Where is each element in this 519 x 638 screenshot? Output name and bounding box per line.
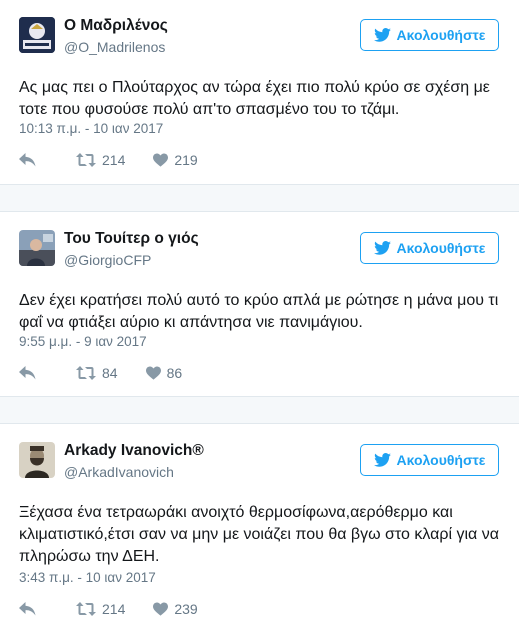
- avatar[interactable]: [19, 17, 55, 53]
- display-name[interactable]: Arkady Ivanovich®: [64, 442, 204, 460]
- follow-label: Ακολουθήστε: [396, 452, 486, 468]
- reply-icon: [19, 602, 36, 616]
- photo-avatar-icon: [19, 230, 55, 266]
- tweet-feed: Ο Μαδριλένος @O_Madrilenos Ακολουθήστε Α…: [0, 0, 519, 638]
- follow-button[interactable]: Ακολουθήστε: [360, 19, 499, 51]
- like-button[interactable]: 219: [153, 152, 225, 168]
- retweet-button[interactable]: 214: [76, 152, 153, 168]
- tweet-timestamp[interactable]: 10:13 π.μ. - 10 ιαν 2017: [19, 121, 163, 136]
- tweet-card: Arkady Ivanovich® @ArkadIvanovich Ακολου…: [0, 423, 519, 638]
- retweet-count: 214: [102, 601, 126, 617]
- reply-button[interactable]: [19, 602, 76, 616]
- heart-icon: [145, 366, 161, 380]
- reply-icon: [19, 366, 36, 380]
- avatar[interactable]: [19, 230, 55, 266]
- heart-icon: [153, 602, 169, 616]
- portrait-avatar-icon: [19, 442, 55, 478]
- feed-gap: [0, 397, 519, 423]
- like-button[interactable]: 86: [145, 365, 211, 381]
- twitter-bird-icon: [373, 28, 391, 42]
- display-name[interactable]: Ο Μαδριλένος: [64, 17, 168, 35]
- retweet-icon: [76, 602, 96, 616]
- follow-label: Ακολουθήστε: [396, 240, 486, 256]
- user-handle[interactable]: @GiorgioCFP: [64, 252, 151, 268]
- follow-button[interactable]: Ακολουθήστε: [360, 444, 499, 476]
- like-button[interactable]: 239: [153, 601, 225, 617]
- retweet-icon: [76, 366, 96, 380]
- like-count: 86: [166, 365, 183, 381]
- retweet-icon: [76, 153, 96, 167]
- tweet-actions: 214 219: [19, 150, 226, 170]
- tweet-text: Ξέχασα ένα τετραωράκι ανοιχτό θερμοσίφων…: [19, 504, 499, 565]
- tweet-actions: 84 86: [19, 363, 210, 383]
- reply-icon: [19, 153, 36, 167]
- follow-button[interactable]: Ακολουθήστε: [360, 232, 499, 264]
- retweet-button[interactable]: 214: [76, 601, 153, 617]
- tweet-card: Ο Μαδριλένος @O_Madrilenos Ακολουθήστε Α…: [0, 0, 519, 185]
- follow-label: Ακολουθήστε: [396, 27, 486, 43]
- tweet-text: Δεν έχει κρατήσει πολύ αυτό το κρύο απλά…: [19, 292, 499, 331]
- retweet-count: 84: [102, 365, 118, 381]
- heart-icon: [153, 153, 169, 167]
- retweet-count: 214: [102, 152, 126, 168]
- tweet-actions: 214 239: [19, 599, 226, 619]
- real-madrid-logo-icon: [19, 17, 55, 53]
- feed-gap: [0, 185, 519, 211]
- reply-button[interactable]: [19, 366, 76, 380]
- retweet-button[interactable]: 84: [76, 365, 146, 381]
- like-count: 239: [174, 601, 198, 617]
- user-handle[interactable]: @ArkadIvanovich: [64, 464, 174, 480]
- tweet-card: Του Τουίτερ ο γιός @GiorgioCFP Ακολουθήσ…: [0, 211, 519, 397]
- display-name[interactable]: Του Τουίτερ ο γιός: [64, 230, 199, 248]
- user-handle[interactable]: @O_Madrilenos: [64, 39, 165, 55]
- like-count: 219: [174, 152, 198, 168]
- avatar[interactable]: [19, 442, 55, 478]
- twitter-bird-icon: [373, 453, 391, 467]
- tweet-timestamp[interactable]: 3:43 π.μ. - 10 ιαν 2017: [19, 570, 156, 585]
- twitter-bird-icon: [373, 241, 391, 255]
- reply-button[interactable]: [19, 153, 76, 167]
- tweet-timestamp[interactable]: 9:55 μ.μ. - 9 ιαν 2017: [19, 334, 147, 349]
- tweet-text: Ας μας πει ο Πλούταρχος αν τώρα έχει πιο…: [19, 79, 490, 118]
